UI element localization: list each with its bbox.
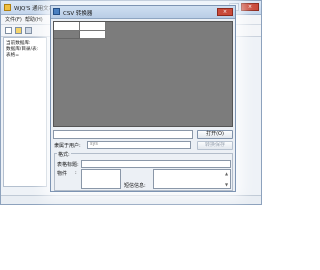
dialog-title: CSV 转换器 — [63, 11, 93, 17]
open-button[interactable]: 打开(O) — [197, 130, 233, 139]
scroll-down-icon[interactable]: ▼ — [224, 182, 229, 187]
menu-item-file[interactable]: 文件(F) — [5, 16, 22, 23]
new-file-icon[interactable] — [5, 27, 12, 34]
app-icon — [4, 4, 11, 11]
main-close-button[interactable]: × — [241, 3, 259, 11]
grid-row — [54, 31, 106, 39]
field-colon: : — [75, 170, 77, 176]
table-title-label: 表格标题: — [57, 162, 79, 168]
csv-converter-dialog: CSV 转换器 × 打开(O) 隶属于用户: sys 转换保存 格式: 表格标题… — [50, 5, 236, 192]
short-info-label: 短信信息: — [124, 183, 146, 189]
owner-field[interactable]: sys — [87, 141, 191, 149]
file-path-field[interactable] — [53, 130, 193, 139]
database-info-pane: 当前数据库: 数据库/目录/表: 表格= — [3, 37, 47, 187]
short-info-memo[interactable]: ▲ ▼ — [153, 169, 231, 189]
save-icon[interactable] — [25, 27, 32, 34]
status-bar — [1, 195, 261, 204]
field-list-box[interactable] — [81, 169, 121, 189]
grid-cell[interactable] — [80, 31, 106, 39]
grid-cell[interactable] — [54, 31, 80, 39]
csv-data-grid[interactable] — [53, 21, 233, 127]
dialog-close-button[interactable]: × — [217, 8, 233, 16]
dialog-title-bar[interactable]: CSV 转换器 × — [51, 6, 235, 19]
grid-header-cell[interactable] — [54, 22, 80, 31]
grid-header-row — [54, 22, 106, 31]
menu-item-help[interactable]: 帮助(H) — [25, 16, 43, 23]
open-folder-icon[interactable] — [15, 27, 22, 34]
owner-label: 隶属于用户: — [54, 143, 81, 149]
convert-save-button[interactable]: 转换保存 — [197, 141, 233, 150]
table-label: 表格= — [6, 53, 20, 58]
grid-header-cell[interactable] — [80, 22, 106, 31]
format-label: 格式: — [57, 151, 71, 158]
field-label: 物件 — [57, 171, 68, 177]
dialog-app-icon — [53, 8, 60, 15]
scroll-up-icon[interactable]: ▲ — [224, 171, 229, 176]
table-title-field[interactable] — [81, 160, 231, 168]
